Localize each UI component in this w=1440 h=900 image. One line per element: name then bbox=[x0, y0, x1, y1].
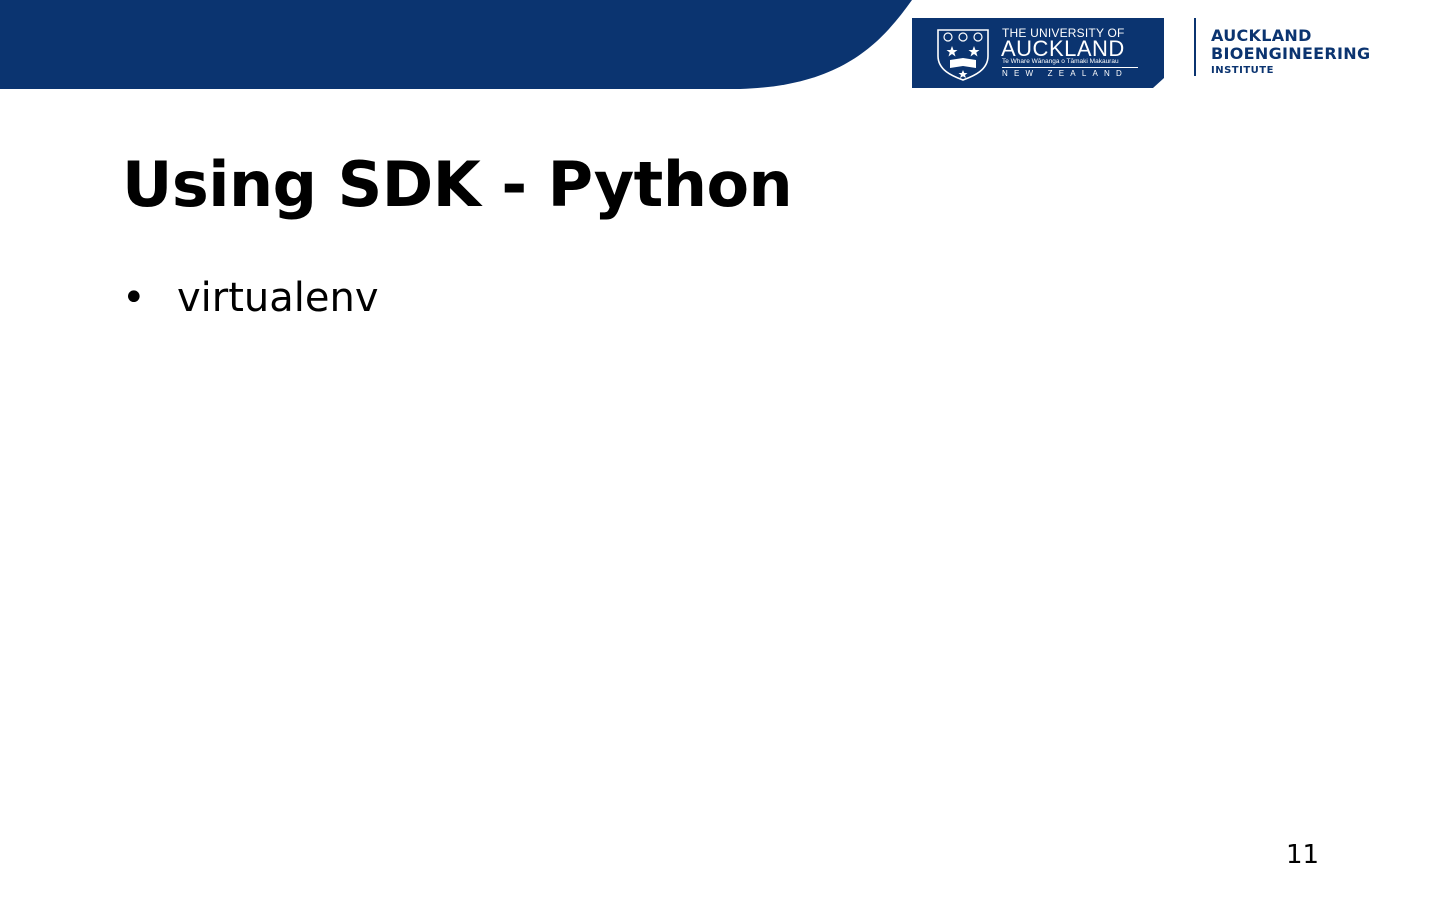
logo-line-maori-name: Te Whare Wānanga o Tāmaki Makaurau bbox=[1002, 58, 1119, 65]
institute-logo: AUCKLAND BIOENGINEERING INSTITUTE bbox=[1211, 28, 1370, 76]
bullet-marker: • bbox=[122, 275, 146, 321]
logo-line-new-zealand: NEW ZEALAND bbox=[1002, 69, 1128, 78]
slide: THE UNIVERSITY OF AUCKLAND Te Whare Wāna… bbox=[0, 0, 1440, 900]
header-band bbox=[0, 0, 912, 89]
institute-logo-line2: BIOENGINEERING bbox=[1211, 44, 1371, 63]
page-number: 11 bbox=[1286, 840, 1320, 870]
logo-divider bbox=[1194, 18, 1196, 76]
institute-logo-line3: INSTITUTE bbox=[1211, 65, 1274, 76]
slide-title: Using SDK - Python bbox=[122, 148, 793, 221]
institute-logo-line1: AUCKLAND bbox=[1211, 26, 1312, 45]
logo-rule bbox=[1002, 67, 1138, 68]
university-logo: THE UNIVERSITY OF AUCKLAND Te Whare Wāna… bbox=[912, 18, 1164, 88]
bullet-text: virtualenv bbox=[177, 275, 379, 321]
